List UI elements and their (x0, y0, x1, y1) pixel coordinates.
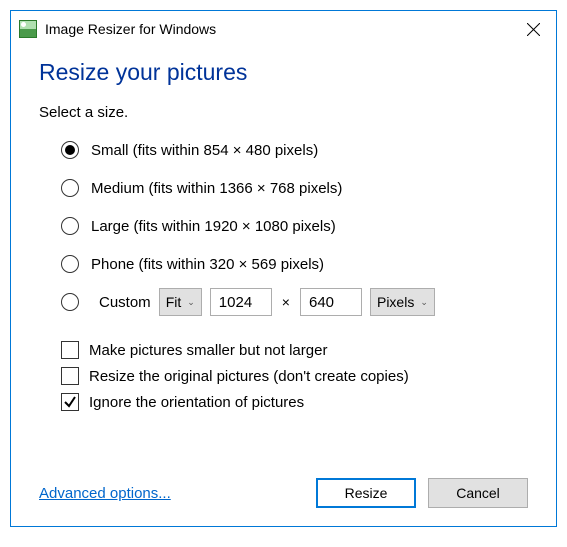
dialog-footer: Advanced options... Resize Cancel (39, 478, 528, 508)
fit-mode-value: Fit (166, 294, 182, 310)
radio-large-label: Large (fits within 1920 × 1080 pixels) (91, 218, 336, 235)
cancel-button[interactable]: Cancel (428, 478, 528, 508)
units-value: Pixels (377, 294, 414, 310)
height-input[interactable] (300, 288, 362, 316)
width-input[interactable] (210, 288, 272, 316)
radio-small-label: Small (fits within 854 × 480 pixels) (91, 142, 318, 159)
options-group: Make pictures smaller but not larger Res… (39, 341, 528, 419)
option-smaller-only[interactable]: Make pictures smaller but not larger (61, 341, 528, 359)
resize-button[interactable]: Resize (316, 478, 416, 508)
size-option-custom: Custom Fit ⌄ × Pixels ⌄ (61, 289, 528, 315)
page-title: Resize your pictures (39, 59, 528, 86)
checkbox-ignore-orientation[interactable] (61, 393, 79, 411)
window-title: Image Resizer for Windows (45, 21, 518, 37)
option-resize-original[interactable]: Resize the original pictures (don't crea… (61, 367, 528, 385)
radio-phone[interactable] (61, 255, 79, 273)
times-symbol: × (282, 294, 290, 310)
size-option-large[interactable]: Large (fits within 1920 × 1080 pixels) (61, 213, 528, 239)
fit-mode-dropdown[interactable]: Fit ⌄ (159, 288, 202, 316)
dialog-window: Image Resizer for Windows Resize your pi… (10, 10, 557, 527)
radio-phone-label: Phone (fits within 320 × 569 pixels) (91, 256, 324, 273)
checkbox-smaller-only[interactable] (61, 341, 79, 359)
radio-medium[interactable] (61, 179, 79, 197)
titlebar: Image Resizer for Windows (11, 11, 556, 45)
checkbox-original-label: Resize the original pictures (don't crea… (89, 368, 409, 385)
close-icon (527, 23, 540, 36)
radio-small[interactable] (61, 141, 79, 159)
radio-medium-label: Medium (fits within 1366 × 768 pixels) (91, 180, 342, 197)
units-dropdown[interactable]: Pixels ⌄ (370, 288, 435, 316)
dialog-content: Resize your pictures Select a size. Smal… (11, 45, 556, 526)
checkbox-resize-original[interactable] (61, 367, 79, 385)
advanced-options-link[interactable]: Advanced options... (39, 485, 171, 502)
checkbox-smaller-label: Make pictures smaller but not larger (89, 342, 327, 359)
close-button[interactable] (518, 17, 548, 41)
checkbox-orientation-label: Ignore the orientation of pictures (89, 394, 304, 411)
radio-custom-label: Custom (99, 294, 151, 311)
chevron-down-icon: ⌄ (420, 297, 428, 308)
size-option-medium[interactable]: Medium (fits within 1366 × 768 pixels) (61, 175, 528, 201)
instruction-text: Select a size. (39, 104, 528, 121)
size-options-group: Small (fits within 854 × 480 pixels) Med… (39, 137, 528, 327)
size-option-small[interactable]: Small (fits within 854 × 480 pixels) (61, 137, 528, 163)
chevron-down-icon: ⌄ (187, 297, 195, 308)
app-icon (19, 20, 37, 38)
radio-large[interactable] (61, 217, 79, 235)
size-option-phone[interactable]: Phone (fits within 320 × 569 pixels) (61, 251, 528, 277)
radio-custom[interactable] (61, 293, 79, 311)
button-group: Resize Cancel (316, 478, 528, 508)
option-ignore-orientation[interactable]: Ignore the orientation of pictures (61, 393, 528, 411)
